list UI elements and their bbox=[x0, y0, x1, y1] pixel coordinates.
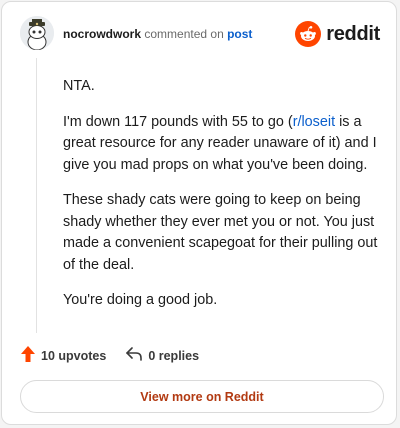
comment-paragraph: I'm down 117 pounds with 55 to go (r/los… bbox=[63, 113, 377, 173]
action-text: commented on bbox=[144, 27, 224, 41]
comment-body: NTA. I'm down 117 pounds with 55 to go (… bbox=[63, 76, 381, 326]
reply-count: 0 replies bbox=[148, 348, 200, 363]
upvote-count: 10 upvotes bbox=[41, 348, 107, 363]
comment-paragraph: These shady cats were going to keep on b… bbox=[63, 192, 378, 273]
reply-button[interactable]: 0 replies bbox=[126, 347, 199, 364]
comment-actions: 10 upvotes 0 replies bbox=[21, 346, 199, 365]
thread-line bbox=[36, 58, 37, 333]
reddit-wordmark: reddit bbox=[326, 22, 380, 45]
username-link[interactable]: nocrowdwork bbox=[63, 27, 141, 41]
comment-embed-card: nocrowdwork commented on post reddit NTA… bbox=[1, 1, 397, 425]
comment-header: nocrowdwork commented on post bbox=[63, 27, 252, 41]
avatar[interactable] bbox=[20, 16, 54, 50]
reddit-alien-icon bbox=[295, 21, 322, 47]
view-more-button[interactable]: View more on Reddit bbox=[20, 380, 384, 413]
comment-paragraph: NTA. bbox=[63, 78, 95, 94]
subreddit-link[interactable]: r/loseit bbox=[293, 114, 335, 130]
comment-paragraph: You're doing a good job. bbox=[63, 292, 218, 308]
reply-arrow-icon bbox=[126, 347, 143, 364]
reddit-logo[interactable]: reddit bbox=[295, 21, 380, 47]
upvote-arrow-icon bbox=[21, 346, 35, 365]
post-link[interactable]: post bbox=[227, 27, 252, 41]
upvote-button[interactable]: 10 upvotes bbox=[21, 346, 106, 365]
